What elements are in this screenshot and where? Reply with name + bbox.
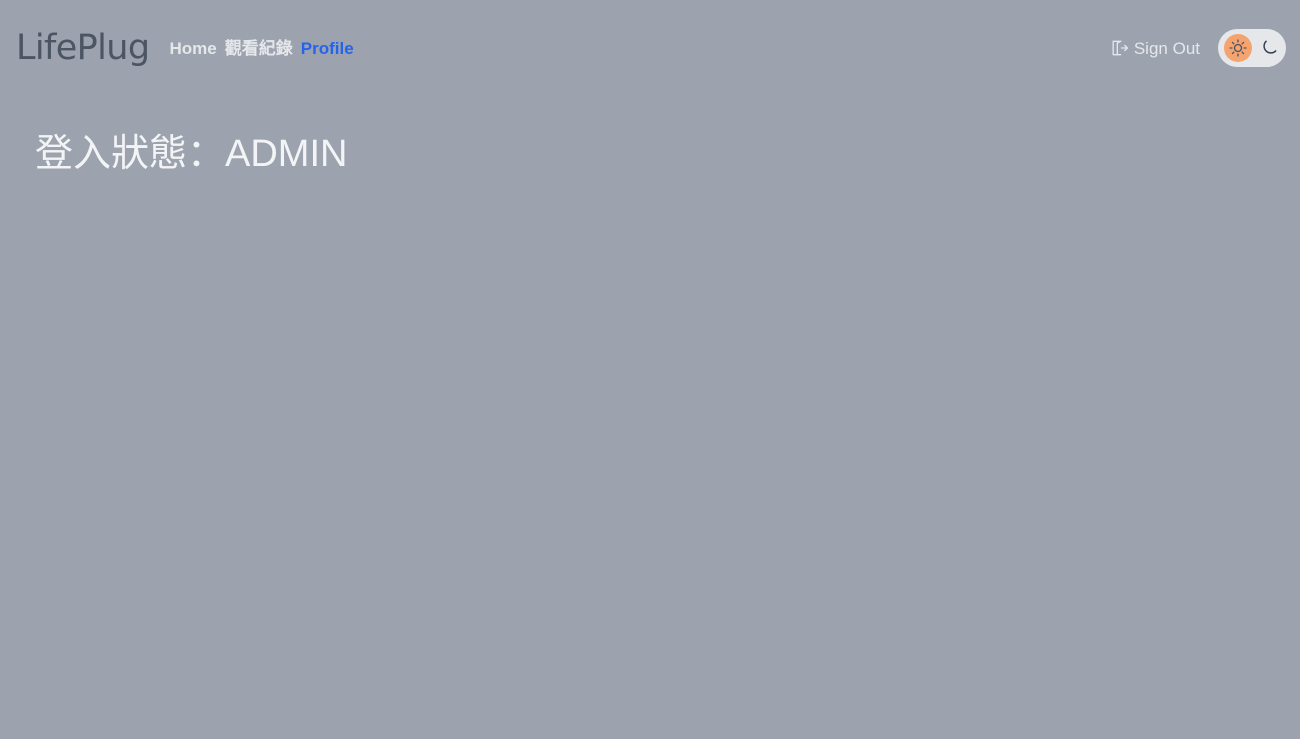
top-navbar: LifePlug Home 觀看紀錄 Profile Sign Out (0, 0, 1300, 94)
brand-logo[interactable]: LifePlug (16, 30, 150, 66)
nav-watch-history[interactable]: 觀看紀錄 (225, 40, 293, 57)
nav-profile[interactable]: Profile (301, 40, 354, 57)
nav-links: Home 觀看紀錄 Profile (170, 40, 354, 57)
theme-toggle[interactable] (1218, 29, 1286, 67)
moon-icon (1259, 38, 1279, 58)
login-status-heading: 登入狀態：ADMIN (35, 133, 348, 175)
nav-home[interactable]: Home (170, 40, 217, 57)
sign-out-label: Sign Out (1133, 38, 1200, 58)
light-mode-thumb[interactable] (1224, 34, 1252, 62)
dark-mode-option[interactable] (1257, 36, 1281, 60)
sign-out-icon (1109, 38, 1129, 58)
sign-out-button[interactable]: Sign Out (1109, 38, 1200, 58)
sun-icon (1228, 38, 1248, 58)
